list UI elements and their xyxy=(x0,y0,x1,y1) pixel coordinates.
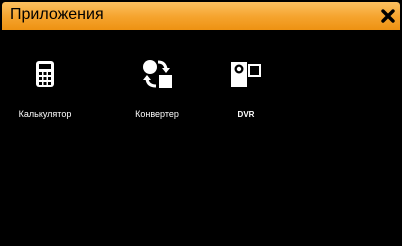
app-grid: Калькулятор Конвертер DVR xyxy=(2,30,400,242)
close-icon[interactable] xyxy=(380,8,396,24)
window-titlebar: Приложения xyxy=(2,2,400,30)
app-calculator[interactable]: Калькулятор xyxy=(5,58,85,122)
window-title: Приложения xyxy=(10,6,104,23)
converter-icon xyxy=(143,60,172,88)
app-dvr[interactable]: DVR xyxy=(206,58,286,122)
apps-window: Приложения Калькулятор Конвертер DVR xyxy=(2,2,400,242)
calculator-icon xyxy=(36,61,54,87)
camera-icon xyxy=(231,62,261,87)
app-label-calculator: Калькулятор xyxy=(18,109,72,119)
app-label-converter: Конвертер xyxy=(135,109,179,119)
app-converter[interactable]: Конвертер xyxy=(117,58,197,122)
app-label-dvr: DVR xyxy=(237,110,255,119)
